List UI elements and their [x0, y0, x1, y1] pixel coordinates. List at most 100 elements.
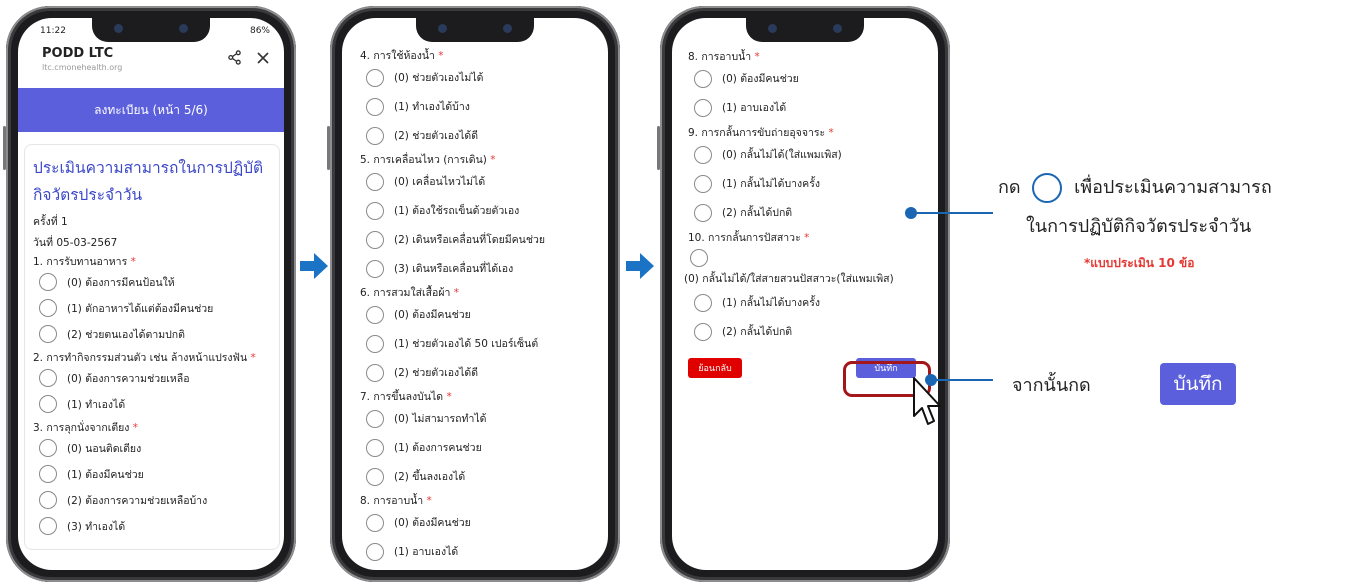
radio-button[interactable]	[39, 439, 57, 457]
arrow-right-icon	[300, 253, 328, 279]
question-label: 5. การเคลื่อนไหว (การเดิน) *	[360, 154, 496, 166]
radio-button[interactable]	[39, 273, 57, 291]
radio-option[interactable]: (1) ต้องมีคนช่วย	[33, 461, 271, 487]
radio-option[interactable]: (0) ต้องมีคนช่วย	[688, 64, 930, 93]
radio-option[interactable]: (1) กลั้นไม่ได้บางครั้ง	[688, 169, 930, 198]
instruction-press-radio: กด เพื่อประเมินความสามารถ	[998, 172, 1272, 203]
radio-button[interactable]	[366, 230, 384, 249]
question-label: 6. การสวมใส่เสื้อผ้า *	[360, 287, 459, 299]
radio-button[interactable]	[366, 201, 384, 220]
radio-option[interactable]: (1) ช่วยตัวเองได้ 50 เปอร์เซ็นต์	[360, 329, 596, 358]
question-label: 10. การกลั้นการปัสสาวะ *	[688, 232, 810, 244]
radio-option[interactable]: (3) เดินหรือเคลื่อนที่ได้เอง	[360, 254, 596, 283]
instruction-line2: ในการปฏิบัติกิจวัตรประจำวัน	[1026, 216, 1252, 237]
phone-notch	[746, 18, 864, 42]
app-bar: PODD LTC ltc.cmonehealth.org	[18, 40, 284, 88]
radio-option[interactable]: (0) ไม่สามารถทำได้	[360, 404, 596, 433]
radio-button[interactable]	[366, 97, 384, 116]
status-time: 11:22	[40, 26, 66, 36]
question-label: 2. การทำกิจกรรมส่วนตัว เช่น ล้างหน้าแปรง…	[33, 352, 256, 364]
date-label: วันที่ 05-03-2567	[33, 237, 118, 249]
radio-option[interactable]: (1) ต้องใช้รถเข็นด้วยตัวเอง	[360, 196, 596, 225]
radio-button[interactable]	[366, 305, 384, 324]
radio-option[interactable]: (2) ขึ้นลงเองได้	[360, 462, 596, 491]
radio-button[interactable]	[366, 467, 384, 486]
close-icon[interactable]	[256, 50, 270, 69]
radio-button[interactable]	[694, 98, 712, 117]
radio-button[interactable]	[39, 369, 57, 387]
radio-option[interactable]: (0) กลั้นไม่ได้(ใส่แพมเพิส)	[688, 140, 930, 169]
radio-button[interactable]	[694, 174, 712, 193]
radio-button[interactable]	[694, 293, 712, 312]
phone-notch	[416, 18, 534, 42]
phone-screen: 4. การใช้ห้องน้ำ * (0) ช่วยตัวเองไม่ได้ …	[342, 18, 608, 570]
radio-option[interactable]: (1) ต้องการคนช่วย	[360, 433, 596, 462]
radio-button[interactable]	[366, 334, 384, 353]
radio-button[interactable]	[39, 517, 57, 535]
radio-button[interactable]	[366, 172, 384, 191]
question-label: 1. การรับทานอาหาร *	[33, 256, 136, 268]
radio-option[interactable]: (0) นอนติดเตียง	[33, 435, 271, 461]
question-label: 8. การอาบน้ำ *	[688, 51, 760, 63]
question-label: 3. การลุกนั่งจากเตียง *	[33, 422, 139, 434]
phone-screen: 8. การอาบน้ำ * (0) ต้องมีคนช่วย (1) อาบเ…	[672, 18, 938, 570]
radio-option[interactable]: (1) ตักอาหารได้แต่ต้องมีคนช่วย	[33, 295, 271, 321]
radio-option[interactable]: (2) เดินหรือเคลื่อนที่โดยมีคนช่วย	[360, 225, 596, 254]
radio-button[interactable]	[366, 542, 384, 561]
radio-option[interactable]: (1) อาบเองได้	[688, 93, 930, 122]
radio-option[interactable]: (0) ต้องมีคนช่วย	[360, 508, 596, 537]
radio-option[interactable]: (2) ช่วยตัวเองได้ดี	[360, 121, 596, 150]
assessment-note: *แบบประเมิน 10 ข้อ	[1084, 256, 1195, 270]
option-label: (0) กลั้นไม่ได้/ใส่สายสวนปัสสาวะ(ใส่แพมเ…	[684, 273, 894, 285]
radio-button[interactable]	[366, 126, 384, 145]
radio-button[interactable]	[694, 322, 712, 341]
question-label: 7. การขึ้นลงบันได *	[360, 391, 452, 403]
radio-option-wrapped[interactable]: (0) กลั้นไม่ได้/ใส่สายสวนปัสสาวะ(ใส่แพมเ…	[684, 249, 930, 288]
save-button-illustration: บันทึก	[1160, 363, 1236, 405]
radio-option[interactable]: (2) ช่วยตนเองได้ตามปกติ	[33, 321, 271, 347]
radio-option[interactable]: (0) ช่วยตัวเองไม่ได้	[360, 63, 596, 92]
radio-button[interactable]	[39, 465, 57, 483]
arrow-right-icon	[626, 253, 654, 279]
radio-button[interactable]	[366, 438, 384, 457]
radio-button[interactable]	[694, 203, 712, 222]
radio-option[interactable]: (2) ต้องการความช่วยเหลือบ้าง	[33, 487, 271, 513]
radio-button[interactable]	[366, 409, 384, 428]
round-label: ครั้งที่ 1	[33, 216, 68, 228]
radio-option[interactable]: (0) ต้องมีคนช่วย	[360, 300, 596, 329]
radio-button[interactable]	[690, 249, 708, 267]
instruction-then-press: จากนั้นกด	[1012, 375, 1091, 396]
form-title: ประเมินความสามารถในการปฏิบัติกิจวัตรประจ…	[33, 159, 264, 204]
radio-button[interactable]	[39, 491, 57, 509]
phone-mockup-2: 4. การใช้ห้องน้ำ * (0) ช่วยตัวเองไม่ได้ …	[327, 6, 620, 582]
radio-option[interactable]: (1) ทำเองได้	[33, 391, 271, 417]
radio-button[interactable]	[694, 145, 712, 164]
radio-button[interactable]	[366, 259, 384, 278]
radio-button[interactable]	[366, 513, 384, 532]
back-button[interactable]: ย้อนกลับ	[688, 358, 742, 378]
share-icon[interactable]	[227, 50, 242, 69]
radio-button[interactable]	[366, 68, 384, 87]
radio-option[interactable]: (1) ทำเองได้บ้าง	[360, 92, 596, 121]
radio-button[interactable]	[39, 395, 57, 413]
page-banner: ลงทะเบียน (หน้า 5/6)	[18, 88, 284, 132]
question-label: 4. การใช้ห้องน้ำ *	[360, 50, 444, 62]
callout-line	[913, 212, 993, 214]
radio-option[interactable]: (1) กลั้นไม่ได้บางครั้ง	[688, 288, 930, 317]
radio-option[interactable]: (1) อาบเองได้	[360, 537, 596, 566]
radio-option[interactable]: (2) ช่วยตัวเองได้ดี	[360, 358, 596, 387]
radio-option[interactable]: (0) ต้องการมีคนป้อนให้	[33, 269, 271, 295]
radio-option[interactable]: (0) เคลื่อนไหวไม่ได้	[360, 167, 596, 196]
form-card: ประเมินความสามารถในการปฏิบัติกิจวัตรประจ…	[24, 144, 280, 550]
radio-button[interactable]	[694, 69, 712, 88]
radio-example-icon	[1032, 173, 1063, 203]
radio-button[interactable]	[366, 363, 384, 382]
radio-button[interactable]	[39, 299, 57, 317]
radio-button[interactable]	[39, 325, 57, 343]
question-label: 9. การกลั้นการขับถ่ายอุจจาระ *	[688, 127, 834, 139]
radio-option[interactable]: (2) กลั้นได้ปกติ	[688, 317, 930, 346]
radio-option[interactable]: (3) ทำเองได้	[33, 513, 271, 539]
radio-option[interactable]: (0) ต้องการความช่วยเหลือ	[33, 365, 271, 391]
radio-option[interactable]: (2) กลั้นได้ปกติ	[688, 198, 930, 227]
question-label: 8. การอาบน้ำ *	[360, 495, 432, 507]
